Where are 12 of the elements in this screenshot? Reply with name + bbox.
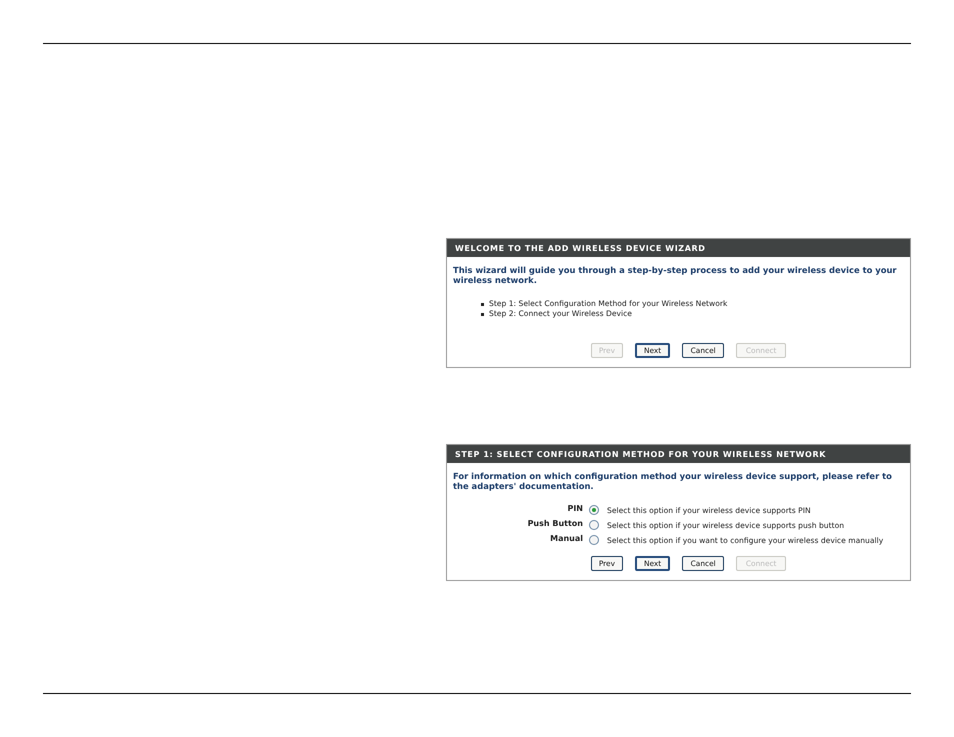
radio-button[interactable] xyxy=(589,535,599,545)
intro-text: For information on which configuration method your wireless device support, please refer to the adapters' documentation. xyxy=(453,471,893,491)
bullet-icon xyxy=(481,302,484,306)
panel-title: WELCOME TO THE ADD WIRELESS DEVICE WIZARD xyxy=(447,239,910,257)
option-label: PIN xyxy=(566,504,584,512)
radio-button[interactable] xyxy=(589,505,599,515)
panel-title: STEP 1: SELECT CONFIGURATION METHOD FOR YOUR WIRELESS NETWORK xyxy=(447,445,910,463)
radio-button[interactable] xyxy=(589,520,599,530)
intro-text: This wizard will guide you through a step-by-step process to add your wireless device to your wireless network. xyxy=(453,265,898,285)
bullet-icon xyxy=(481,312,484,316)
option-label: Manual xyxy=(549,534,584,542)
option-label: Push Button xyxy=(526,518,584,528)
